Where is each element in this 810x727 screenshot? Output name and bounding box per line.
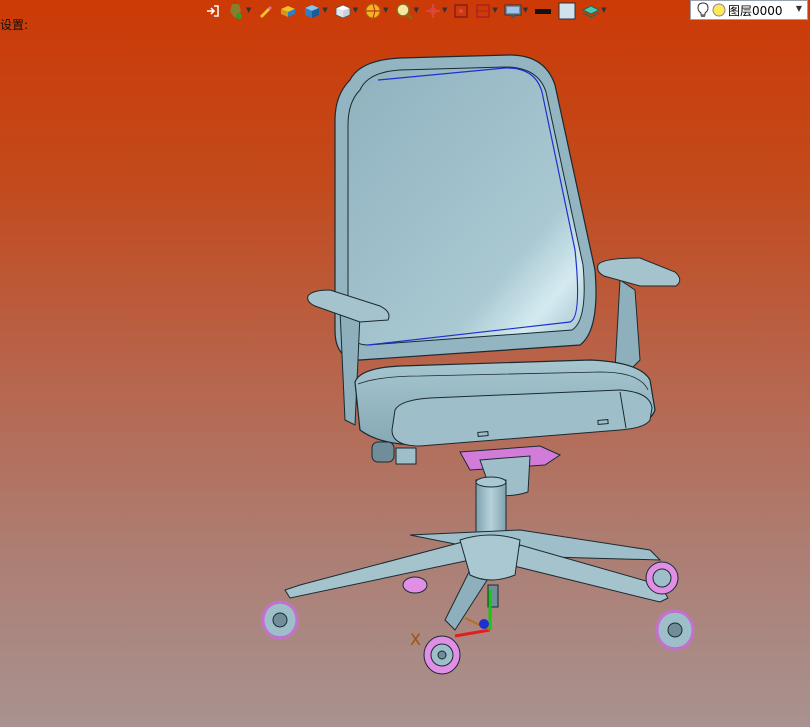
layer-color-icon — [712, 3, 726, 17]
view-orientation-button[interactable]: ▼ — [334, 3, 358, 19]
sketch-button[interactable] — [257, 3, 273, 19]
frame-button[interactable] — [453, 3, 469, 19]
snap-icon — [230, 3, 242, 19]
layer-stack-icon — [582, 4, 601, 18]
layer-stack-button[interactable]: ▼ — [582, 3, 607, 19]
line-color-icon — [535, 8, 552, 14]
fill-color-icon — [558, 2, 576, 19]
chair-base[interactable] — [284, 529, 669, 631]
cube-button[interactable]: ▼ — [303, 3, 328, 19]
fill-color-button[interactable] — [558, 2, 576, 20]
section-icon — [476, 3, 491, 18]
exit-button[interactable] — [205, 3, 221, 19]
zoom-icon — [395, 2, 413, 20]
solid-box-button[interactable] — [279, 3, 297, 19]
section-button[interactable]: ▼ — [475, 3, 498, 19]
view-cube-icon — [335, 4, 351, 18]
box-icon — [281, 5, 296, 17]
axis-x-label: X — [410, 630, 421, 649]
line-color-button[interactable] — [534, 3, 552, 19]
lightbulb-icon — [697, 2, 709, 17]
pan-icon — [425, 3, 440, 18]
layer-selector[interactable]: 图层0000 ▼ — [690, 0, 808, 20]
frame-icon — [454, 3, 469, 18]
display-icon — [504, 4, 522, 18]
chair-armrest-right[interactable] — [597, 257, 681, 376]
pan-button[interactable]: ▼ — [425, 3, 447, 19]
chevron-down-icon: ▼ — [795, 4, 802, 13]
cube-icon — [305, 4, 320, 18]
chair-mechanism[interactable] — [371, 441, 562, 497]
settings-label: 设置: — [0, 18, 29, 32]
layer-name: 图层0000 — [728, 3, 783, 18]
chair-seat[interactable] — [354, 359, 656, 447]
render-style-button[interactable]: ▼ — [364, 2, 389, 20]
snap-button[interactable]: ▼ — [227, 2, 251, 20]
model-viewport[interactable]: X — [0, 0, 810, 727]
display-button[interactable]: ▼ — [504, 3, 528, 19]
pencil-icon — [260, 5, 273, 18]
exit-icon — [207, 4, 219, 17]
zoom-button[interactable]: ▼ — [395, 2, 419, 20]
render-style-icon — [365, 3, 381, 18]
